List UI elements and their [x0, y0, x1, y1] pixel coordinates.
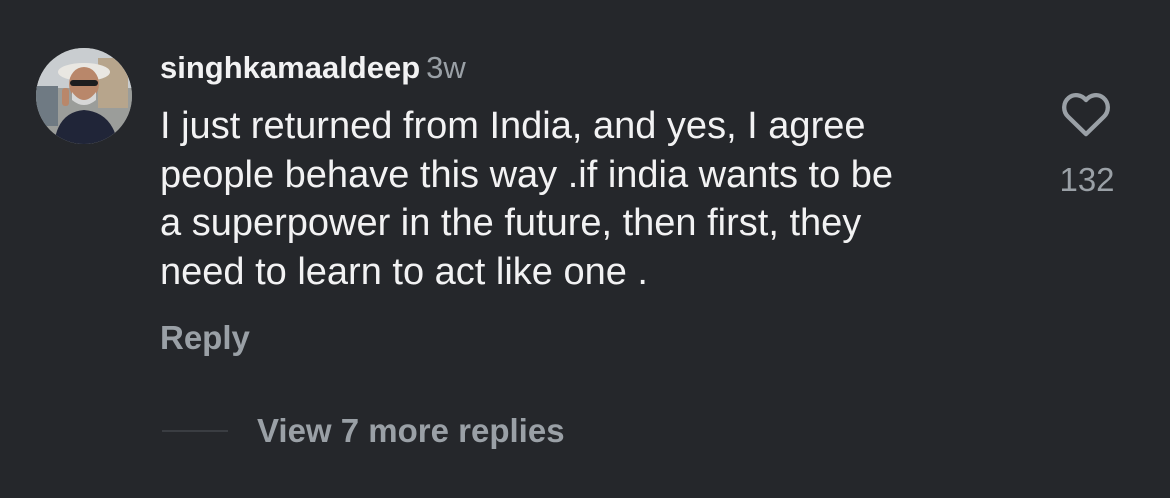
comment-line: need to learn to act like one .	[160, 250, 648, 293]
view-more-replies-button[interactable]: View 7 more replies	[257, 411, 565, 451]
comment-body: I just returned from India, and yes, I a…	[160, 102, 1020, 296]
like-count: 132	[1059, 161, 1115, 198]
heart-outline-icon[interactable]	[1058, 88, 1114, 138]
avatar-photo	[36, 48, 132, 144]
comment-line: a superpower in the future, then first, …	[160, 202, 862, 244]
comment-thread: singhkamaaldeep 3w I just returned from I…	[0, 0, 1170, 498]
comment-header: singhkamaaldeep 3w	[160, 48, 466, 88]
username[interactable]: singhkamaaldeep	[160, 50, 420, 85]
comment-line: I just returned from India, and yes, I a…	[160, 105, 866, 147]
timestamp: 3w	[426, 50, 466, 85]
reply-button[interactable]: Reply	[160, 318, 250, 358]
avatar[interactable]	[36, 48, 132, 144]
comment-line: people behave this way .if india wants t…	[160, 153, 894, 196]
replies-divider	[162, 430, 228, 432]
